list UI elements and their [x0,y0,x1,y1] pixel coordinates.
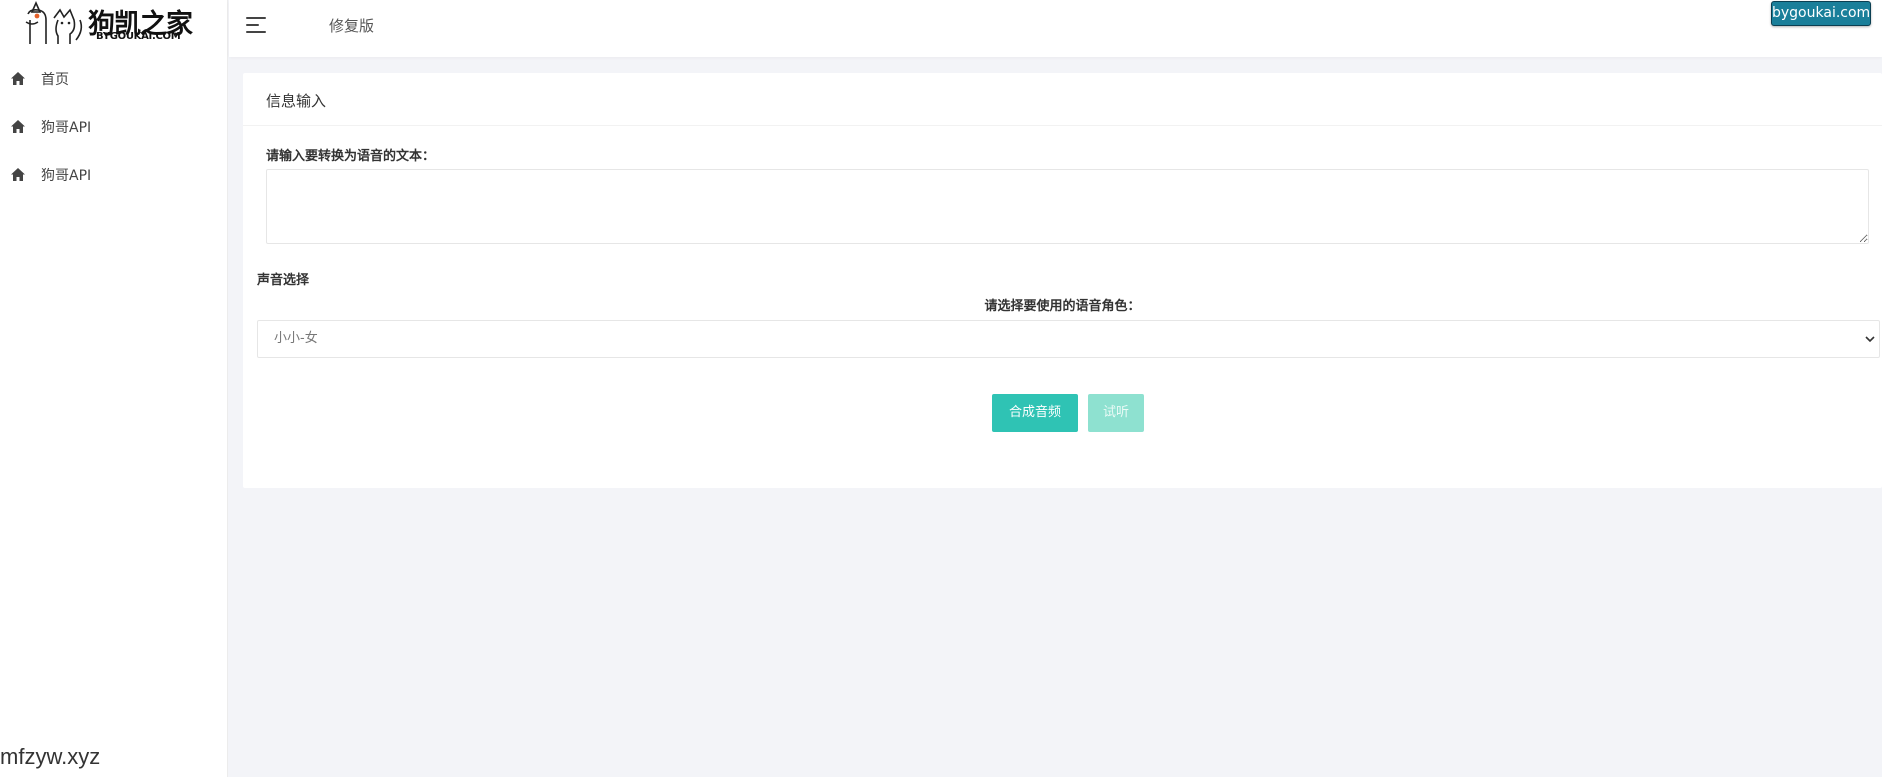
sidebar-item-label: 狗哥API [41,120,92,136]
voice-section-heading: 声音选择 [257,273,310,288]
home-icon [11,72,25,85]
chevron-down-icon [1865,336,1875,343]
sidebar: 狗凯之家 BYGOUKAI.COM 首页 狗哥API 狗哥API [0,0,228,777]
logo-subtitle: BYGOUKAI.COM [96,31,181,42]
info-input-card: 信息输入 请输入要转换为语音的文本： 声音选择 请选择要使用的语音角色： 小小-… [243,73,1882,488]
hamburger-menu-icon[interactable] [246,16,268,34]
voice-select-label: 请选择要使用的语音角色： [984,299,1141,314]
sidebar-item-api-1[interactable]: 狗哥API [0,107,228,147]
dog-cat-logo-icon [25,1,83,44]
card-title: 信息输入 [266,92,327,110]
listen-button[interactable]: 试听 [1088,394,1144,432]
page-title: 修复版 [329,17,375,35]
sidebar-item-api-2[interactable]: 狗哥API [0,155,228,195]
voice-selected-value: 小小-女 [274,331,318,346]
domain-badge[interactable]: bygoukai.com [1771,1,1871,26]
home-icon [11,120,25,133]
synthesize-audio-button[interactable]: 合成音频 [992,394,1078,432]
top-bar: 修复版 [229,0,1882,57]
site-logo[interactable]: 狗凯之家 BYGOUKAI.COM [24,0,193,48]
text-to-speech-input[interactable] [266,169,1869,244]
sidebar-item-label: 首页 [41,72,69,88]
sidebar-item-home[interactable]: 首页 [0,59,228,99]
sidebar-item-label: 狗哥API [41,168,92,184]
voice-role-select[interactable]: 小小-女 [257,320,1880,358]
text-input-label: 请输入要转换为语音的文本： [266,149,436,164]
watermark-text: mfzyw.xyz [0,744,101,769]
card-header: 信息输入 [243,73,1882,126]
home-icon [11,168,25,181]
